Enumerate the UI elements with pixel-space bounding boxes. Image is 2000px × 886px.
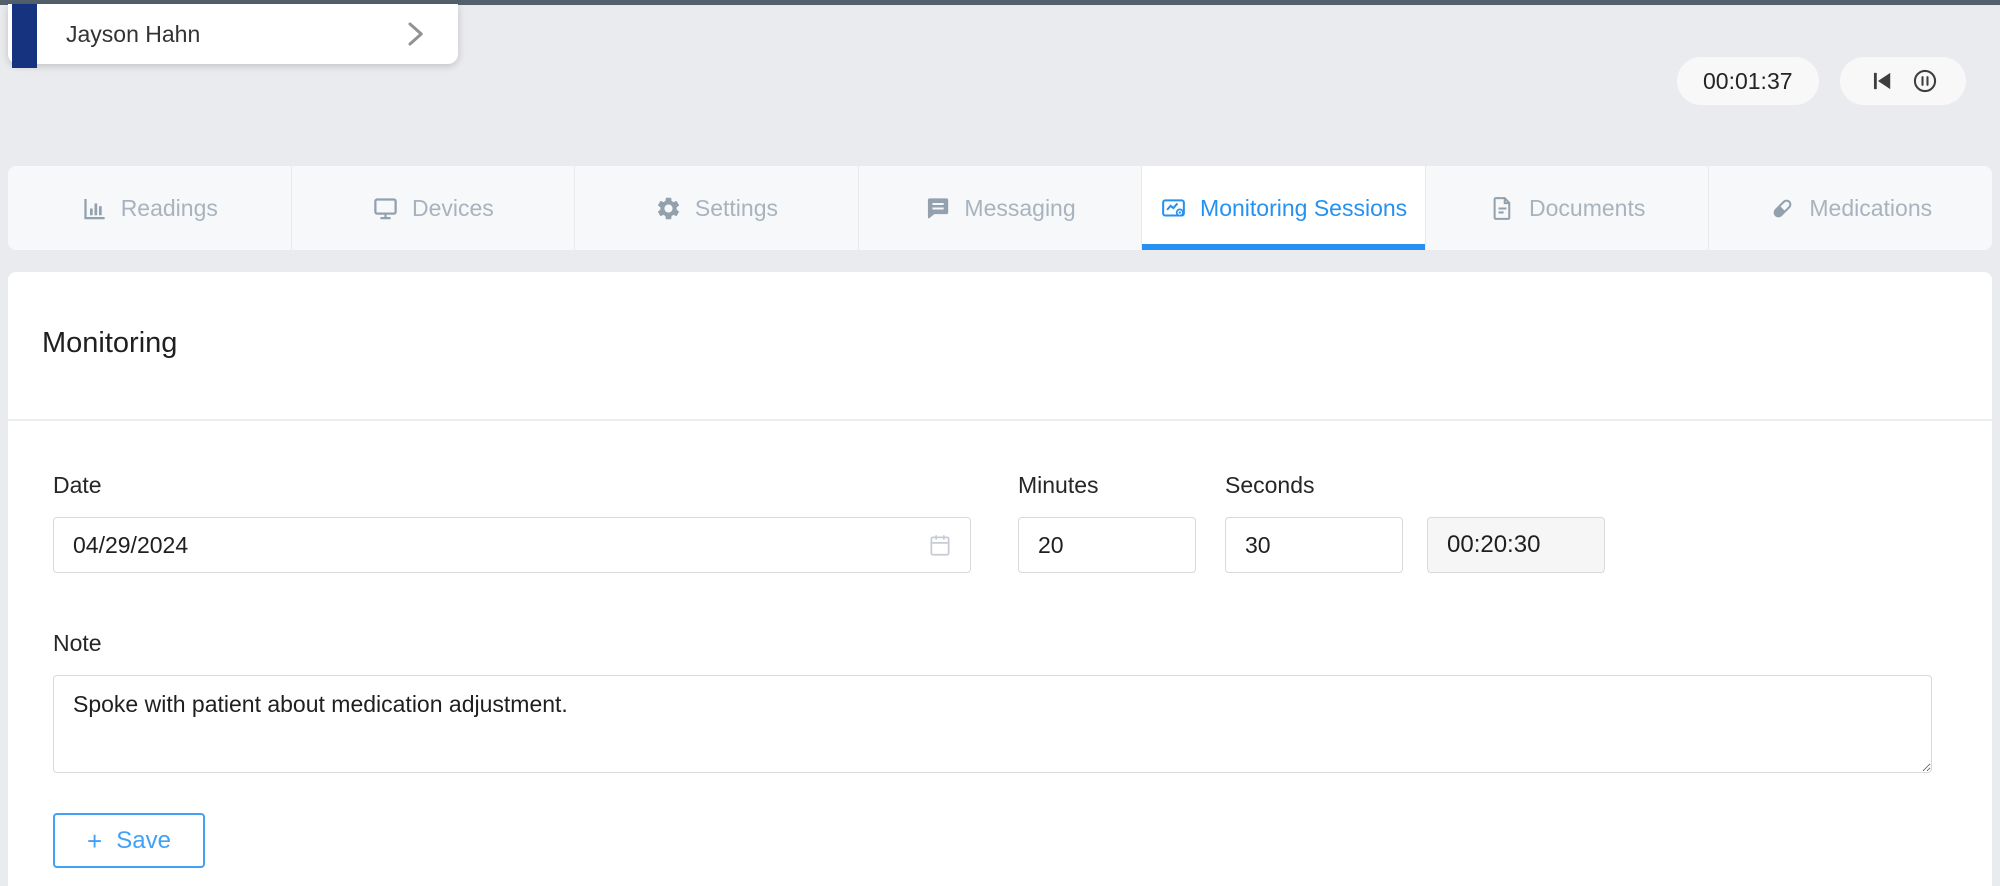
title-divider — [8, 419, 1992, 421]
skip-back-icon — [1873, 72, 1891, 90]
date-label: Date — [53, 472, 102, 498]
tab-devices[interactable]: Devices — [292, 166, 576, 250]
bar-chart-icon — [81, 195, 108, 222]
note-textarea[interactable]: Spoke with patient about medication adju… — [53, 675, 1932, 773]
minutes-input[interactable] — [1018, 517, 1196, 573]
save-button-label: Save — [116, 826, 171, 854]
tab-messaging[interactable]: Messaging — [859, 166, 1143, 250]
monitor-icon — [372, 195, 399, 222]
date-field-wrap — [53, 517, 971, 573]
chevron-right-icon — [408, 22, 423, 46]
gear-icon — [655, 195, 682, 222]
pill-icon — [1769, 195, 1796, 222]
tab-bar: Readings Devices Settings Messaging Moni… — [8, 166, 1992, 250]
pause-circle-icon — [1913, 69, 1937, 93]
restart-timer-button[interactable] — [1867, 67, 1895, 95]
date-input[interactable] — [54, 531, 927, 559]
patient-card[interactable]: Jayson Hahn — [8, 4, 458, 68]
seconds-input[interactable] — [1225, 517, 1403, 573]
plus-icon: + — [87, 825, 103, 856]
pause-timer-button[interactable] — [1911, 67, 1939, 95]
note-label: Note — [53, 630, 102, 656]
timer-controls — [1840, 57, 1966, 105]
seconds-label: Seconds — [1225, 472, 1315, 498]
monitoring-panel: Monitoring Date Minutes Seconds 00:20:30… — [8, 272, 1992, 886]
document-icon — [1489, 195, 1516, 222]
tab-documents[interactable]: Documents — [1426, 166, 1710, 250]
tab-readings[interactable]: Readings — [8, 166, 292, 250]
patient-name: Jayson Hahn — [66, 20, 201, 47]
patient-color-bar — [12, 4, 37, 68]
page-title: Monitoring — [42, 327, 178, 359]
duration-display: 00:20:30 — [1427, 517, 1605, 573]
message-icon — [924, 195, 951, 222]
save-button[interactable]: + Save — [53, 813, 205, 868]
tab-settings[interactable]: Settings — [575, 166, 859, 250]
session-timer-value: 00:01:37 — [1703, 67, 1793, 94]
tab-medications[interactable]: Medications — [1709, 166, 1992, 250]
calendar-icon[interactable] — [927, 532, 953, 558]
monitoring-icon — [1160, 195, 1187, 222]
minutes-label: Minutes — [1018, 472, 1099, 498]
session-timer: 00:01:37 — [1677, 57, 1819, 105]
tab-monitoring-sessions[interactable]: Monitoring Sessions — [1142, 166, 1426, 250]
